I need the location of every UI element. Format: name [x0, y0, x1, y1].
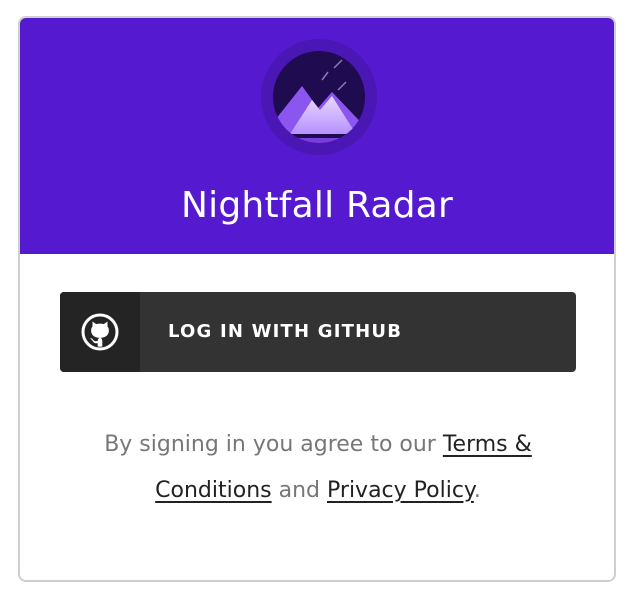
legal-notice: By signing in you agree to our Terms & C… — [50, 422, 586, 514]
privacy-policy-link[interactable]: Privacy Policy — [327, 478, 474, 503]
legal-suffix-text: . — [473, 478, 481, 503]
app-title: Nightfall Radar — [181, 185, 453, 226]
login-with-github-button[interactable]: LOG IN WITH GITHUB — [60, 292, 576, 372]
github-button-label: LOG IN WITH GITHUB — [168, 321, 403, 342]
legal-middle-text: and — [271, 478, 328, 503]
github-icon — [81, 313, 119, 351]
legal-prefix-text: By signing in you agree to our — [104, 432, 443, 457]
github-icon-container — [60, 292, 140, 372]
card-header: Nightfall Radar — [20, 18, 614, 254]
login-card: Nightfall Radar LOG IN WITH GITHUB By si… — [18, 16, 616, 582]
mountain-night-logo-icon — [260, 38, 378, 156]
